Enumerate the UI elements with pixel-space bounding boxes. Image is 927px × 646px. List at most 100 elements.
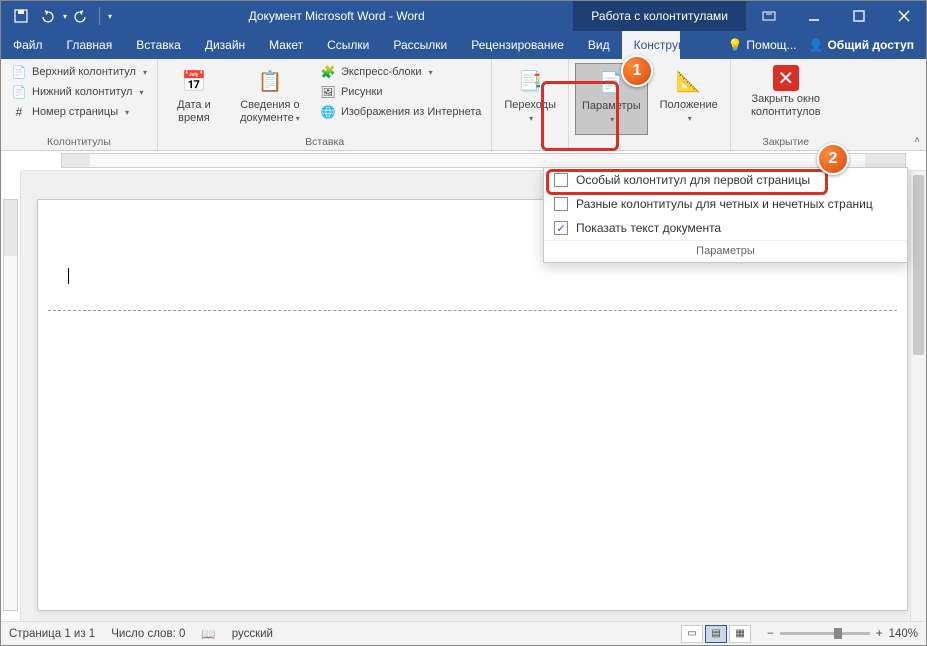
navigation-icon: 📑 xyxy=(514,65,546,97)
view-print-layout[interactable]: ▤ xyxy=(705,625,727,643)
tab-layout[interactable]: Макет xyxy=(257,31,315,59)
chevron-down-icon: ▾ xyxy=(125,108,129,117)
option-label: Особый колонтитул для первой страницы xyxy=(576,173,810,187)
minimize-button[interactable] xyxy=(791,1,836,31)
ribbon-options-button[interactable] xyxy=(746,1,791,31)
view-web-layout[interactable]: ▦ xyxy=(729,625,751,643)
tab-view[interactable]: Вид xyxy=(576,31,622,59)
group-close: ✕ Закрыть окно колонтитулов Закрытие xyxy=(731,59,841,150)
parameters-dropdown: Особый колонтитул для первой страницы Ра… xyxy=(543,167,908,263)
footer-icon: 📄 xyxy=(11,84,27,100)
position-label: Положение▾ xyxy=(660,99,718,124)
online-pictures-label: Изображения из Интернета xyxy=(341,106,481,118)
vertical-scrollbar[interactable] xyxy=(910,171,926,621)
date-time-label: Дата и время xyxy=(170,99,218,124)
picture-icon: 🖼 xyxy=(320,84,336,100)
option-different-odd-even[interactable]: Разные колонтитулы для четных и нечетных… xyxy=(544,192,907,216)
page-number-label: Номер страницы xyxy=(32,106,118,118)
info-icon: 📋 xyxy=(254,65,286,97)
quick-parts-button[interactable]: 🧩Экспресс-блоки▾ xyxy=(316,63,485,81)
checkbox-unchecked-icon[interactable] xyxy=(554,197,568,211)
share-label: Общий доступ xyxy=(827,38,914,52)
scrollbar-thumb[interactable] xyxy=(913,175,924,355)
chevron-down-icon: ▾ xyxy=(143,68,147,77)
tab-file[interactable]: Файл xyxy=(1,31,55,59)
close-header-footer-button[interactable]: ✕ Закрыть окно колонтитулов xyxy=(737,63,835,135)
zoom-thumb[interactable] xyxy=(834,628,842,639)
footer-label: Нижний колонтитул xyxy=(32,86,132,98)
close-button[interactable] xyxy=(881,1,926,31)
zoom-in-button[interactable]: + xyxy=(876,628,883,640)
zoom-level[interactable]: 140% xyxy=(889,628,918,640)
checkbox-unchecked-icon[interactable] xyxy=(554,173,568,187)
header-button[interactable]: 📄 Верхний колонтитул ▾ xyxy=(7,63,151,81)
zoom-slider[interactable] xyxy=(780,632,870,635)
group-insert: 📅 Дата и время 📋 Сведения о документе▾ 🧩… xyxy=(158,59,492,150)
pictures-button[interactable]: 🖼 Рисунки xyxy=(316,83,485,101)
tab-references[interactable]: Ссылки xyxy=(315,31,381,59)
window-title: Документ Microsoft Word - Word xyxy=(120,9,573,23)
zoom-out-button[interactable]: − xyxy=(767,628,774,640)
save-button[interactable] xyxy=(9,4,33,28)
group-label xyxy=(498,135,562,148)
online-pictures-button[interactable]: 🌐 Изображения из Интернета xyxy=(316,103,485,121)
collapse-ribbon-button[interactable]: ˄ xyxy=(914,135,920,146)
share-button[interactable]: 👤Общий доступ xyxy=(809,38,914,52)
group-label: Закрытие xyxy=(737,135,835,148)
online-picture-icon: 🌐 xyxy=(320,104,336,120)
annotation-callout-1: 1 xyxy=(621,55,653,87)
group-headers-footers: 📄 Верхний колонтитул ▾ 📄 Нижний колонтитул ▾… xyxy=(1,59,158,150)
option-show-document-text[interactable]: ✓ Показать текст документа xyxy=(544,216,907,240)
position-icon: 📐 xyxy=(673,65,705,97)
page-number-icon: # xyxy=(11,104,27,120)
tab-design[interactable]: Дизайн xyxy=(193,31,257,59)
header-icon: 📄 xyxy=(11,64,27,80)
option-different-first-page[interactable]: Особый колонтитул для первой страницы xyxy=(544,168,907,192)
header-label: Верхний колонтитул xyxy=(32,66,136,78)
group-label: Колонтитулы xyxy=(7,135,151,148)
undo-dropdown-icon[interactable]: ▾ xyxy=(63,12,67,21)
close-label: Закрыть окно колонтитулов xyxy=(743,93,829,118)
share-icon: 👤 xyxy=(809,38,824,52)
page-number-button[interactable]: # Номер страницы ▾ xyxy=(7,103,151,121)
group-label: Вставка xyxy=(164,135,485,148)
chevron-down-icon: ▾ xyxy=(139,88,143,97)
ribbon-tabs: Файл Главная Вставка Дизайн Макет Ссылки… xyxy=(1,31,926,59)
doc-info-button[interactable]: 📋 Сведения о документе▾ xyxy=(230,63,310,135)
text-cursor xyxy=(68,268,69,284)
date-time-button[interactable]: 📅 Дата и время xyxy=(164,63,224,135)
pictures-label: Рисунки xyxy=(341,86,383,98)
quick-access-toolbar: ▾ ▾ xyxy=(1,4,120,28)
status-page[interactable]: Страница 1 из 1 xyxy=(9,628,95,640)
tab-review[interactable]: Рецензирование xyxy=(459,31,576,59)
view-buttons: ▭ ▤ ▦ xyxy=(681,625,751,643)
checkbox-checked-icon[interactable]: ✓ xyxy=(554,221,568,235)
close-x-icon: ✕ xyxy=(773,65,799,91)
zoom-control: − + 140% xyxy=(767,628,918,640)
parameters-label: Параметры▾ xyxy=(582,100,641,125)
tab-designer[interactable]: Конструктор xyxy=(622,31,680,59)
group-navigation: 📑 Переходы▾ xyxy=(492,59,569,150)
tell-me[interactable]: 💡Помощ... xyxy=(727,38,796,52)
tab-mailings[interactable]: Рассылки xyxy=(381,31,459,59)
header-separator xyxy=(48,310,897,311)
maximize-button[interactable] xyxy=(836,1,881,31)
tab-insert[interactable]: Вставка xyxy=(124,31,193,59)
quick-parts-label: Экспресс-блоки xyxy=(341,66,422,78)
title-bar: ▾ ▾ Документ Microsoft Word - Word Работ… xyxy=(1,1,926,31)
view-read-mode[interactable]: ▭ xyxy=(681,625,703,643)
position-button[interactable]: 📐 Положение▾ xyxy=(654,63,724,135)
redo-button[interactable] xyxy=(69,4,93,28)
option-label: Показать текст документа xyxy=(576,221,721,235)
vertical-ruler[interactable] xyxy=(1,171,21,621)
qat-customize-icon[interactable]: ▾ xyxy=(108,12,112,21)
undo-button[interactable] xyxy=(35,4,59,28)
status-language[interactable]: русский xyxy=(232,628,273,640)
footer-button[interactable]: 📄 Нижний колонтитул ▾ xyxy=(7,83,151,101)
tab-home[interactable]: Главная xyxy=(55,31,125,59)
option-label: Разные колонтитулы для четных и нечетных… xyxy=(576,197,873,211)
status-word-count[interactable]: Число слов: 0 xyxy=(111,628,185,640)
proofing-icon[interactable]: 📖 xyxy=(201,627,215,641)
navigation-button[interactable]: 📑 Переходы▾ xyxy=(498,63,562,135)
calendar-icon: 📅 xyxy=(178,65,210,97)
